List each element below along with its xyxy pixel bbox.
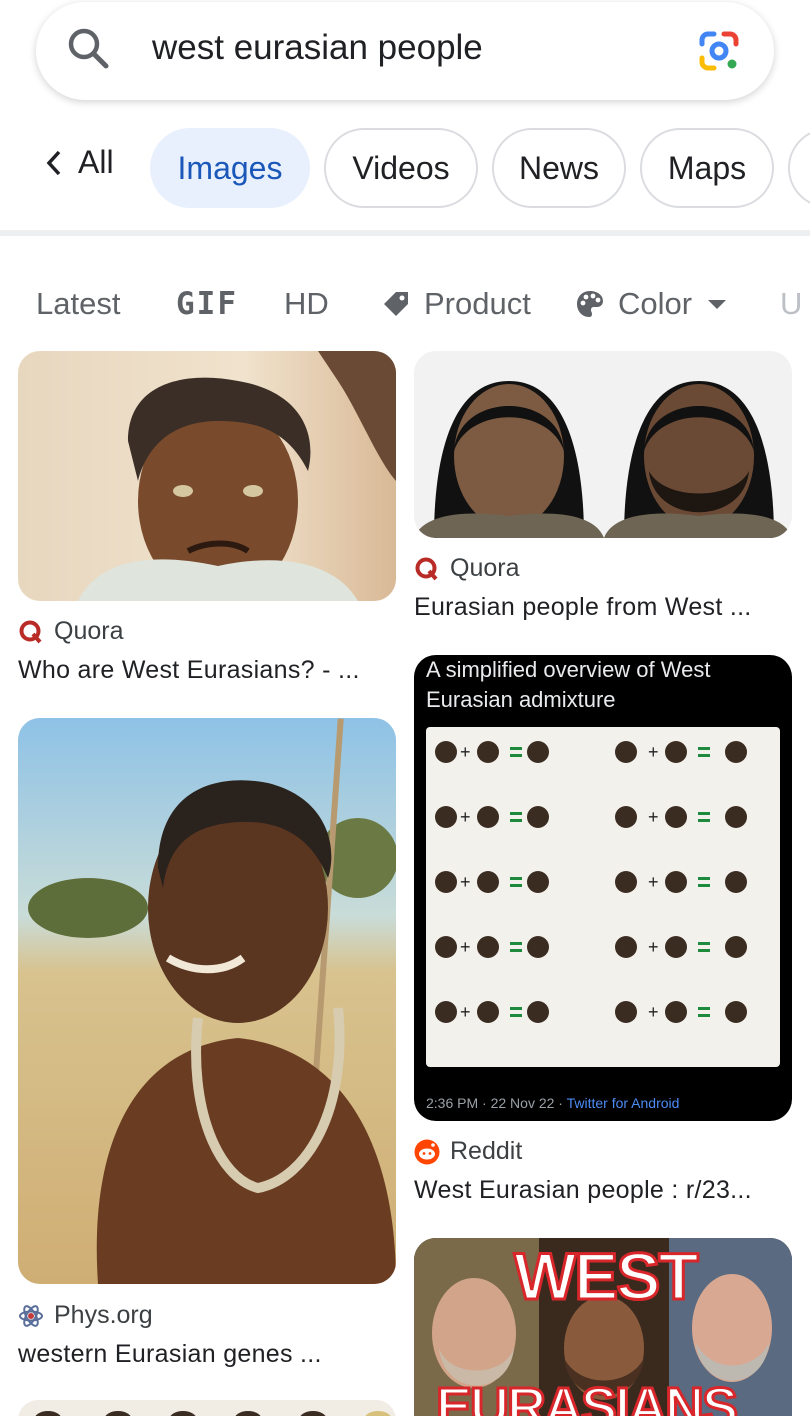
svg-text:+: + bbox=[460, 807, 471, 827]
poster-title: A simplified overview of West Eurasian a… bbox=[426, 655, 710, 715]
result-source-4-label: Phys.org bbox=[54, 1301, 153, 1329]
banner-line-2: EURASIANS bbox=[434, 1376, 739, 1416]
result-source-2[interactable]: Quora bbox=[414, 554, 519, 583]
svg-text:+: + bbox=[460, 742, 471, 762]
result-image-6[interactable]: WEST EURASIANS bbox=[414, 1238, 792, 1416]
tab-all-label: All bbox=[78, 144, 114, 180]
image-filters: Latest GIF HD Product Color U bbox=[0, 276, 810, 336]
quora-icon bbox=[19, 620, 42, 643]
svg-text:+: + bbox=[460, 1002, 471, 1022]
svg-text:+: + bbox=[460, 937, 471, 957]
filter-hd[interactable]: HD bbox=[284, 286, 329, 322]
result-source-1[interactable]: Quora bbox=[18, 617, 123, 646]
tag-icon bbox=[384, 292, 408, 316]
svg-text:+: + bbox=[648, 872, 659, 892]
palette-icon bbox=[577, 291, 603, 317]
svg-text:+: + bbox=[460, 872, 471, 892]
result-image-1[interactable] bbox=[18, 351, 396, 601]
filter-usage[interactable]: U bbox=[780, 286, 802, 322]
result-source-1-label: Quora bbox=[54, 617, 124, 645]
poster-footer-time: 2:36 PM · 22 Nov 22 · bbox=[426, 1095, 567, 1111]
poster-footer: 2:36 PM · 22 Nov 22 · Twitter for Androi… bbox=[426, 1095, 679, 1111]
svg-text:+: + bbox=[648, 742, 659, 762]
portrait-photo bbox=[18, 351, 396, 601]
tab-all[interactable]: All bbox=[44, 144, 114, 181]
poster-title-line-1: A simplified overview of West bbox=[426, 657, 711, 682]
banner-line-1: WEST bbox=[513, 1238, 701, 1315]
divider bbox=[0, 230, 810, 236]
result-image-3[interactable]: A simplified overview of West Eurasian a… bbox=[414, 655, 792, 1121]
tab-images[interactable]: Images bbox=[150, 128, 310, 208]
quora-icon bbox=[415, 557, 438, 580]
svg-text:+: + bbox=[648, 937, 659, 957]
admixture-chart: + + + + + + + + + + bbox=[426, 727, 780, 1067]
result-source-4[interactable]: Phys.org bbox=[18, 1301, 153, 1330]
tab-maps[interactable]: Maps bbox=[640, 128, 774, 208]
filter-product[interactable]: Product bbox=[380, 286, 531, 322]
result-source-3-label: Reddit bbox=[450, 1137, 523, 1165]
svg-text:+: + bbox=[648, 807, 659, 827]
tab-more[interactable] bbox=[788, 128, 810, 208]
result-image-5[interactable] bbox=[18, 1400, 396, 1416]
result-caption-1[interactable]: Who are West Eurasians? - ... bbox=[18, 656, 390, 685]
svg-text:+: + bbox=[648, 1002, 659, 1022]
poster-title-line-2: Eurasian admixture bbox=[426, 687, 616, 712]
filter-color-label: Color bbox=[618, 286, 693, 321]
result-caption-2[interactable]: Eurasian people from West ... bbox=[414, 593, 786, 622]
reconstruction-photo bbox=[414, 351, 792, 538]
reddit-icon bbox=[414, 1139, 440, 1164]
search-input[interactable]: west eurasian people bbox=[152, 28, 483, 68]
tab-videos[interactable]: Videos bbox=[324, 128, 478, 208]
filter-color[interactable]: Color bbox=[574, 286, 728, 322]
phys-org-icon bbox=[19, 1304, 43, 1327]
search-icon[interactable] bbox=[66, 26, 112, 72]
filter-product-label: Product bbox=[424, 286, 531, 321]
google-lens-icon[interactable] bbox=[696, 28, 742, 74]
dropdown-arrow-icon bbox=[708, 300, 727, 309]
filter-latest[interactable]: Latest bbox=[36, 286, 120, 322]
tab-news[interactable]: News bbox=[492, 128, 626, 208]
poster-footer-app: Twitter for Android bbox=[566, 1095, 680, 1111]
chevron-left-icon bbox=[46, 150, 61, 175]
result-caption-4[interactable]: western Eurasian genes ... bbox=[18, 1340, 390, 1369]
result-image-2[interactable] bbox=[414, 351, 792, 538]
result-image-4[interactable] bbox=[18, 718, 396, 1284]
man-with-necklace-photo bbox=[18, 718, 396, 1284]
search-tabs: All Images Videos News Maps bbox=[0, 126, 810, 210]
result-source-3[interactable]: Reddit bbox=[414, 1137, 522, 1166]
filter-gif[interactable]: GIF bbox=[176, 286, 238, 322]
faces-row-image bbox=[35, 1411, 391, 1416]
admixture-faces-illustration: + + + + + + + + + + bbox=[435, 741, 747, 1023]
result-caption-3[interactable]: West Eurasian people : r/23... bbox=[414, 1176, 786, 1205]
result-source-2-label: Quora bbox=[450, 554, 520, 582]
